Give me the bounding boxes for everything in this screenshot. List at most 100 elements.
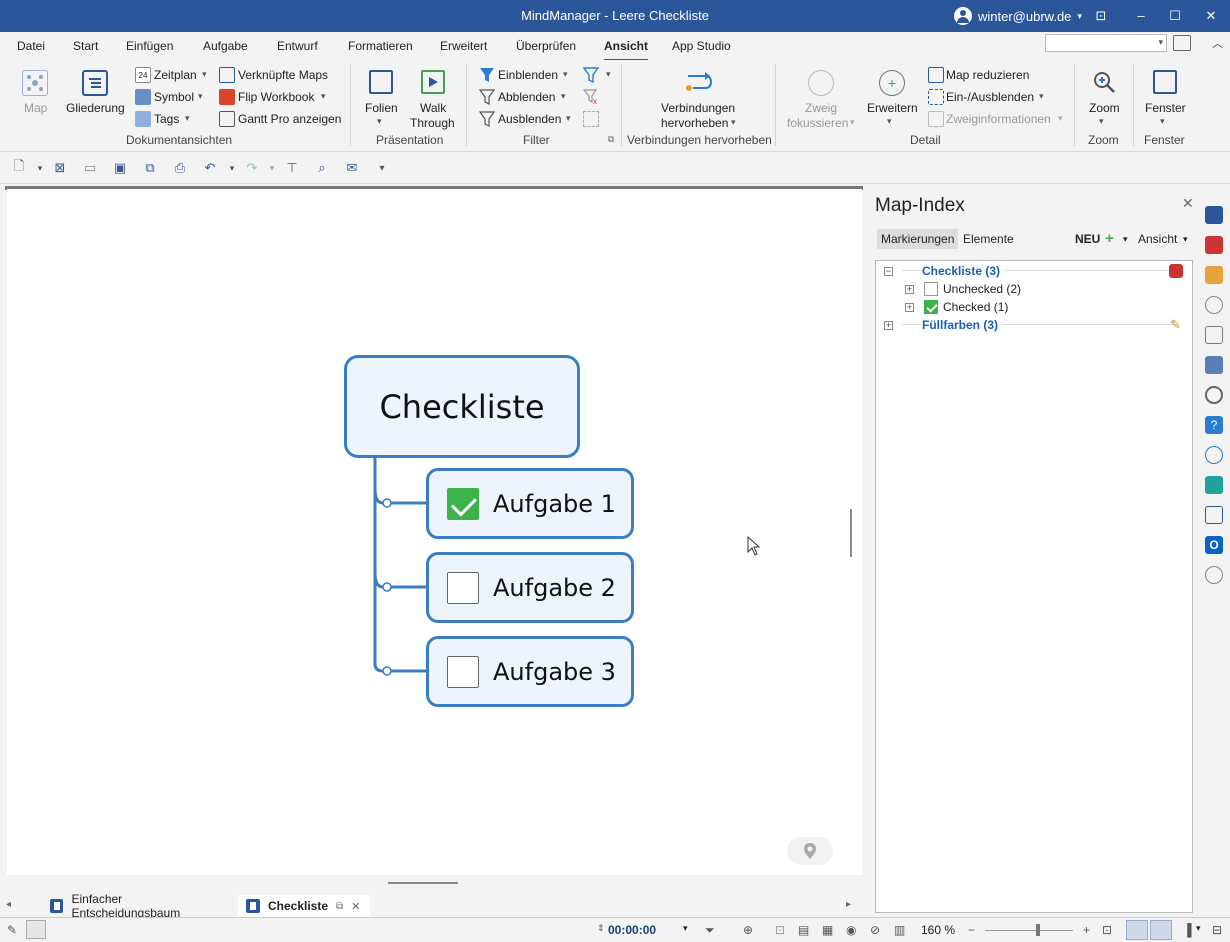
flip-workbook-button[interactable]: Flip Workbook [238, 90, 314, 104]
layout-icon[interactable] [1173, 35, 1191, 51]
chevron-down-icon[interactable]: ▾ [1179, 229, 1192, 249]
relationships-icon[interactable] [1205, 326, 1223, 344]
collapse-icon[interactable]: − [884, 266, 893, 276]
resources-icon[interactable] [1205, 296, 1223, 314]
outlook-icon[interactable]: O [1205, 536, 1223, 554]
tab-scroll-right-icon[interactable]: ▸ [846, 899, 851, 910]
new-file-icon[interactable]: 🗋 [11, 158, 27, 176]
tab-checkliste[interactable]: Checkliste ⧉ ✕ [238, 895, 370, 917]
focus-branch-line2[interactable]: fokussieren [787, 116, 848, 130]
collapse-ribbon-icon[interactable]: ︿ [1212, 35, 1223, 51]
walk-through-line2[interactable]: Through [410, 116, 455, 130]
zoom-slider[interactable] [985, 930, 1073, 931]
zoom-in-icon[interactable]: + [1083, 923, 1090, 937]
windows-icon[interactable] [1205, 506, 1223, 524]
connections-line1[interactable]: Verbindungen [661, 101, 735, 115]
maximize-button[interactable]: ☐ [1160, 4, 1190, 28]
linked-maps-button[interactable]: Verknüpfte Maps [238, 68, 328, 82]
undo-icon[interactable]: ↶ [202, 160, 218, 176]
location-pin-button[interactable] [787, 837, 833, 865]
chevron-down-icon[interactable]: ▾ [1119, 229, 1132, 249]
search-icon[interactable] [1205, 386, 1223, 404]
outline-button[interactable]: Gliederung [66, 101, 125, 115]
dim-button[interactable]: Abblenden [498, 90, 555, 104]
chevron-down-icon[interactable]: ▾ [683, 923, 688, 934]
help-icon[interactable]: ? [1205, 416, 1223, 434]
checkbox-unchecked-icon[interactable] [447, 571, 479, 604]
print-icon[interactable]: ⎙ [172, 160, 188, 176]
chevron-down-icon[interactable]: ▾ [32, 160, 48, 176]
expand-icon[interactable]: + [905, 284, 914, 294]
tree-group-checkliste[interactable]: − Checkliste (3) [884, 262, 1189, 280]
browser-icon[interactable] [1205, 566, 1223, 584]
customize-toolbar-icon[interactable]: ▾ [374, 160, 390, 176]
menu-ueberpruefen[interactable]: Überprüfen [516, 39, 576, 53]
structure-icon[interactable]: ⊤ [284, 160, 300, 176]
tags-button[interactable]: Tags [154, 112, 179, 126]
preview-icon[interactable]: ⌕ [314, 160, 330, 176]
view-dropdown[interactable]: Ansicht [1134, 229, 1181, 249]
zoom-out-icon[interactable]: − [968, 923, 975, 937]
split-view-icon[interactable] [1150, 920, 1172, 940]
tab-markierungen[interactable]: Markierungen [877, 229, 959, 249]
menu-erweitert[interactable]: Erweitert [440, 39, 487, 53]
expand-icon[interactable]: + [905, 302, 914, 312]
slides-button[interactable]: Folien [365, 101, 398, 115]
close-tab-icon[interactable]: ✕ [351, 900, 360, 913]
tab-scroll-left-icon[interactable]: ◂ [6, 899, 11, 910]
redo-icon[interactable]: ↷ [244, 160, 260, 176]
symbol-view-icon[interactable]: ◉ [846, 923, 856, 937]
zoom-slider-thumb[interactable] [1036, 924, 1040, 936]
show-hide-button[interactable]: Ein-/Ausblenden [946, 90, 1034, 104]
connections-line2[interactable]: hervorheben [661, 116, 728, 130]
branch-info-button[interactable]: Zweiginformationen [946, 112, 1051, 126]
menu-start[interactable]: Start [73, 39, 98, 53]
add-icon[interactable]: + [1101, 229, 1118, 249]
layout-icon[interactable]: ▐ [1183, 923, 1192, 937]
filter-options-icon[interactable] [583, 67, 599, 83]
panel-toggle-icon[interactable]: ⊟ [1212, 923, 1222, 937]
open-folder-icon[interactable]: ▭ [82, 160, 98, 176]
tags-view-icon[interactable]: ⊘ [870, 923, 880, 937]
menu-datei[interactable]: Datei [17, 39, 45, 53]
new-marker-button[interactable]: NEU [1071, 229, 1104, 249]
excel-import-icon[interactable]: ⊠ [52, 160, 68, 176]
user-account[interactable]: winter@ubrw.de ▾ [954, 6, 1082, 26]
topic-aufgabe-2[interactable]: Aufgabe 2 [426, 552, 634, 623]
dialog-launcher-icon[interactable]: ⧉ [608, 134, 614, 145]
close-button[interactable]: ✕ [1196, 4, 1226, 28]
close-panel-icon[interactable]: ✕ [1182, 195, 1194, 212]
library-icon[interactable] [1205, 476, 1223, 494]
show-button[interactable]: Einblenden [498, 68, 558, 82]
tree-item-checked[interactable]: + Checked (1) [905, 298, 1008, 316]
outline-view-icon[interactable]: ▤ [798, 923, 809, 937]
ribbon-display-button[interactable]: ⊡ [1086, 4, 1116, 28]
menu-entwurf[interactable]: Entwurf [277, 39, 318, 53]
menu-aufgabe[interactable]: Aufgabe [203, 39, 248, 53]
vertical-scrollbar[interactable] [844, 189, 862, 875]
fit-map-icon[interactable]: ⊡ [1102, 923, 1112, 937]
schedule-view-icon[interactable]: ▦ [822, 923, 833, 937]
scroll-thumb[interactable] [388, 882, 458, 884]
map-view-button[interactable]: Map [24, 101, 47, 115]
menu-einfuegen[interactable]: Einfügen [126, 39, 173, 53]
symbol-button[interactable]: Symbol [154, 90, 194, 104]
gantt-view-icon[interactable]: ▥ [894, 923, 905, 937]
timer-stepper-icon[interactable]: ⇕ [597, 923, 605, 934]
tree-group-fuellfarben[interactable]: + Füllfarben (3) ✎ [884, 316, 1189, 334]
task-info-icon[interactable] [1205, 266, 1223, 284]
menu-ansicht[interactable]: Ansicht [604, 39, 649, 62]
walk-through-line1[interactable]: Walk [420, 101, 446, 115]
format-icon[interactable] [1205, 446, 1223, 464]
focus-icon[interactable]: ⊡ [775, 923, 785, 937]
minimize-button[interactable]: – [1126, 4, 1156, 28]
scroll-thumb[interactable] [850, 509, 852, 557]
tree-item-unchecked[interactable]: + Unchecked (2) [905, 280, 1021, 298]
filter-status-icon[interactable]: ⏷ [705, 923, 715, 938]
images-icon[interactable] [1205, 356, 1223, 374]
add-topic-icon[interactable]: ⊕ [743, 923, 753, 937]
central-topic[interactable]: Checkliste [344, 355, 580, 458]
menu-app-studio[interactable]: App Studio [672, 39, 731, 53]
focus-branch-line1[interactable]: Zweig [805, 101, 837, 115]
markers-icon[interactable] [1205, 236, 1223, 254]
